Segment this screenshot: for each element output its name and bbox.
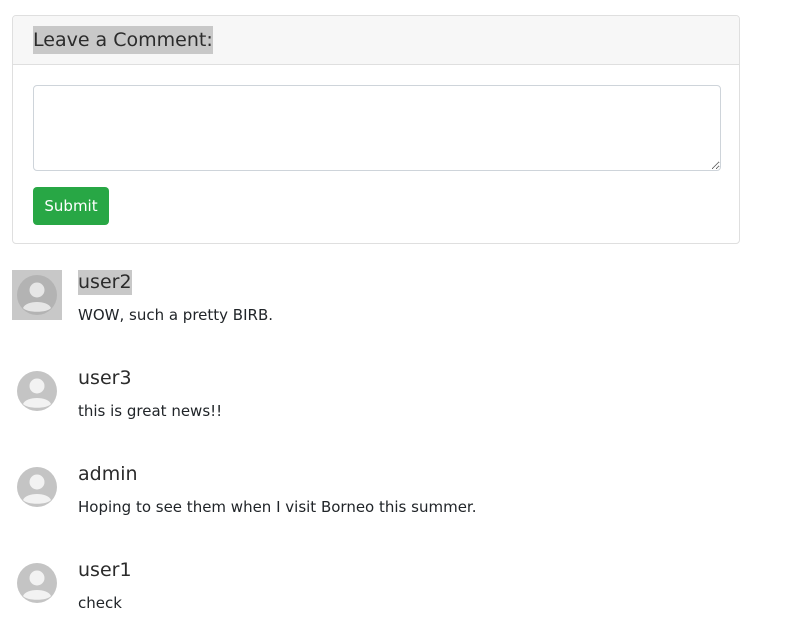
comment-text: WOW, such a pretty BIRB. [78, 306, 273, 324]
comment-form-title: Leave a Comment: [33, 26, 213, 54]
comment-text: check [78, 594, 122, 612]
avatar [12, 270, 62, 320]
comment-author: user1 [78, 559, 132, 581]
comment-item: user1 check [12, 558, 752, 618]
comment-form-header: Leave a Comment: [13, 16, 739, 65]
submit-button[interactable]: Submit [33, 187, 109, 225]
comment-item: user2 WOW, such a pretty BIRB. [12, 270, 752, 330]
user-avatar-icon [17, 275, 57, 315]
comment-author: user3 [78, 367, 132, 389]
avatar [12, 462, 62, 512]
avatar [12, 366, 62, 416]
comment-textarea[interactable] [33, 85, 721, 171]
user-avatar-icon [17, 563, 57, 603]
comment-form-card: Leave a Comment: Submit [12, 15, 740, 244]
page: Leave a Comment: Submit user2 WOW, such … [0, 0, 786, 631]
comment-text: Hoping to see them when I visit Borneo t… [78, 498, 477, 516]
comment-text: this is great news!! [78, 402, 223, 420]
avatar [12, 558, 62, 608]
comment-author: admin [78, 463, 138, 485]
comment-item: admin Hoping to see them when I visit Bo… [12, 462, 752, 522]
comment-item: user3 this is great news!! [12, 366, 752, 426]
comment-author: user2 [78, 270, 132, 295]
user-avatar-icon [17, 371, 57, 411]
user-avatar-icon [17, 467, 57, 507]
